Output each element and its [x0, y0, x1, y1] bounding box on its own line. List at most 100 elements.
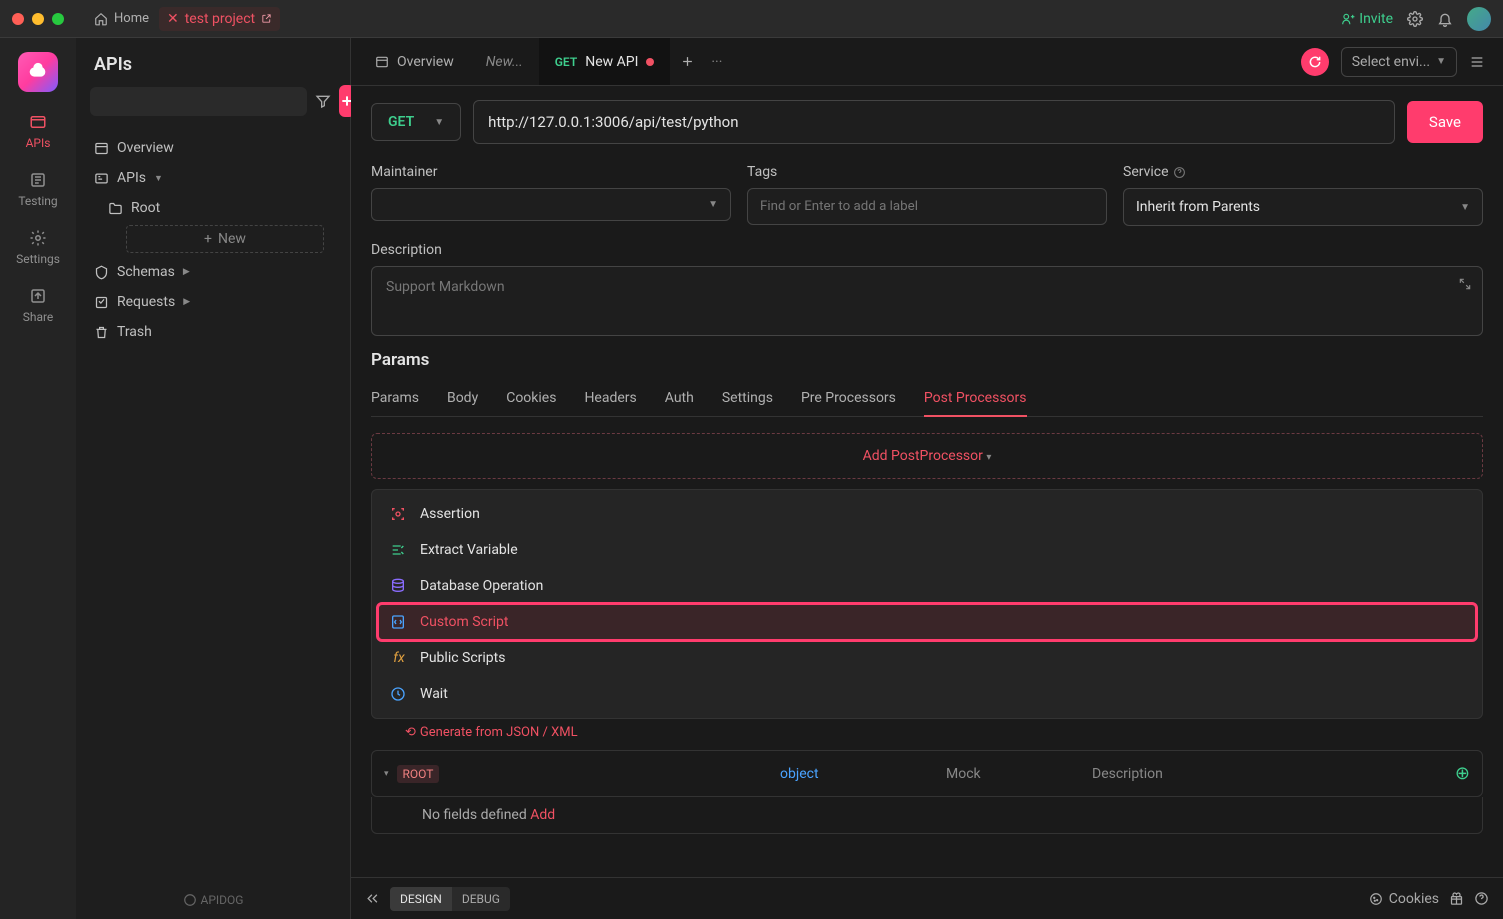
generate-link[interactable]: ⟲Generate from JSON / XML	[371, 719, 1483, 744]
tags-input[interactable]	[747, 188, 1107, 225]
titlebar: Home ✕ test project Invite	[0, 0, 1503, 38]
assertion-icon	[390, 506, 408, 522]
invite-button[interactable]: Invite	[1341, 11, 1393, 27]
menu-icon[interactable]	[1469, 54, 1485, 70]
subtabs: Params Body Cookies Headers Auth Setting…	[371, 380, 1483, 417]
subtab-headers[interactable]: Headers	[584, 380, 636, 416]
subtab-settings[interactable]: Settings	[722, 380, 773, 416]
unsaved-dot-icon	[646, 58, 654, 66]
add-postprocessor-button[interactable]: Add PostProcessor ▾	[371, 433, 1483, 479]
home-icon	[94, 12, 108, 26]
help-icon[interactable]	[1173, 166, 1186, 179]
caret-right-icon: ▶	[183, 267, 190, 277]
tree-overview[interactable]: Overview	[80, 133, 346, 163]
schema-type[interactable]: object	[780, 766, 930, 782]
tree-apis[interactable]: APIs ▼	[80, 163, 346, 193]
avatar[interactable]	[1467, 7, 1491, 31]
subtab-body[interactable]: Body	[447, 380, 478, 416]
tree-schemas[interactable]: Schemas ▶	[80, 257, 346, 287]
tab-new[interactable]: New...	[470, 38, 539, 85]
iconbar-share[interactable]: Share	[23, 286, 54, 324]
subtab-cookies[interactable]: Cookies	[506, 380, 556, 416]
collapse-icon[interactable]	[365, 891, 380, 906]
close-icon[interactable]: ✕	[167, 11, 179, 27]
refresh-button[interactable]	[1301, 48, 1329, 76]
subtab-post-processors[interactable]: Post Processors	[924, 380, 1027, 416]
new-item-button[interactable]: + New	[126, 225, 324, 253]
tab-overview-icon	[375, 55, 389, 69]
tab-new-api[interactable]: GET New API	[539, 38, 671, 85]
menu-database-operation[interactable]: Database Operation	[378, 568, 1476, 604]
tab-overview[interactable]: Overview	[359, 38, 470, 85]
subtab-auth[interactable]: Auth	[665, 380, 694, 416]
menu-public-scripts[interactable]: fx Public Scripts	[378, 640, 1476, 676]
description-input[interactable]: Support Markdown	[371, 266, 1483, 336]
tree: Overview APIs ▼ Root + New Schemas ▶	[76, 127, 350, 353]
minimize-window[interactable]	[32, 13, 44, 25]
add-postprocessor-label: Add PostProcessor	[863, 448, 983, 464]
settings-nav-icon	[28, 228, 48, 248]
tab-add[interactable]	[670, 38, 705, 85]
content: Overview New... GET New API ···	[351, 38, 1503, 919]
clock-icon	[390, 686, 408, 702]
caret-icon[interactable]: ▾	[384, 769, 389, 779]
apis-icon	[28, 112, 48, 132]
url-input[interactable]	[473, 100, 1395, 144]
settings-icon[interactable]	[1407, 11, 1423, 27]
iconbar-apis[interactable]: APIs	[26, 112, 51, 150]
add-link[interactable]: Add	[530, 807, 555, 823]
bell-icon[interactable]	[1437, 11, 1453, 27]
tree-trash-label: Trash	[117, 324, 152, 340]
invite-label: Invite	[1359, 11, 1393, 27]
maximize-window[interactable]	[52, 13, 64, 25]
mode-design[interactable]: DESIGN	[390, 887, 452, 911]
menu-wait-label: Wait	[420, 686, 448, 702]
plus-icon: +	[204, 231, 212, 247]
help-icon[interactable]	[1474, 891, 1489, 906]
apis-tree-icon	[94, 171, 109, 186]
external-icon	[261, 13, 272, 24]
tree-overview-label: Overview	[117, 140, 174, 156]
iconbar-settings[interactable]: Settings	[16, 228, 60, 266]
tab-title: New API	[585, 54, 638, 70]
database-icon	[390, 578, 408, 594]
window-controls	[12, 13, 64, 25]
menu-extract-variable[interactable]: Extract Variable	[378, 532, 1476, 568]
tree-trash[interactable]: Trash	[80, 317, 346, 347]
mode-toggle: DESIGN DEBUG	[390, 887, 510, 911]
add-field-button[interactable]: ⊕	[1455, 763, 1470, 784]
menu-assertion-label: Assertion	[420, 506, 480, 522]
menu-db-label: Database Operation	[420, 578, 543, 594]
trash-icon	[94, 325, 109, 340]
app-logo	[18, 52, 58, 92]
project-tab[interactable]: ✕ test project	[159, 7, 280, 31]
menu-assertion[interactable]: Assertion	[378, 496, 1476, 532]
gift-icon[interactable]	[1449, 891, 1464, 906]
tree-root[interactable]: Root	[80, 193, 346, 223]
search-input[interactable]	[90, 87, 307, 116]
environment-select[interactable]: Select envi... ▼	[1341, 47, 1457, 77]
home-button[interactable]: Home	[84, 7, 159, 30]
close-window[interactable]	[12, 13, 24, 25]
mode-debug[interactable]: DEBUG	[452, 887, 510, 911]
method-select[interactable]: GET ▼	[371, 103, 461, 141]
service-select[interactable]: Inherit from Parents▼	[1123, 188, 1483, 226]
no-fields-row: No fields defined Add	[371, 797, 1483, 834]
expand-icon[interactable]	[1458, 277, 1472, 291]
subtab-pre-processors[interactable]: Pre Processors	[801, 380, 896, 416]
tab-more[interactable]: ···	[705, 38, 728, 85]
service-label: Service	[1123, 164, 1483, 180]
maintainer-select[interactable]: ▼	[371, 188, 731, 221]
menu-wait[interactable]: Wait	[378, 676, 1476, 712]
footer-cookies[interactable]: Cookies	[1369, 891, 1439, 907]
testing-icon	[28, 170, 48, 190]
postprocessor-menu: Assertion Extract Variable Database Oper…	[371, 489, 1483, 719]
filter-button[interactable]	[315, 85, 331, 117]
menu-custom-script[interactable]: Custom Script	[378, 604, 1476, 640]
params-title: Params	[371, 350, 1483, 370]
iconbar-testing[interactable]: Testing	[18, 170, 57, 208]
subtab-params[interactable]: Params	[371, 380, 419, 416]
save-button[interactable]: Save	[1407, 101, 1483, 143]
tree-requests[interactable]: Requests ▶	[80, 287, 346, 317]
sidebar-brand: APIDOG	[76, 881, 350, 919]
